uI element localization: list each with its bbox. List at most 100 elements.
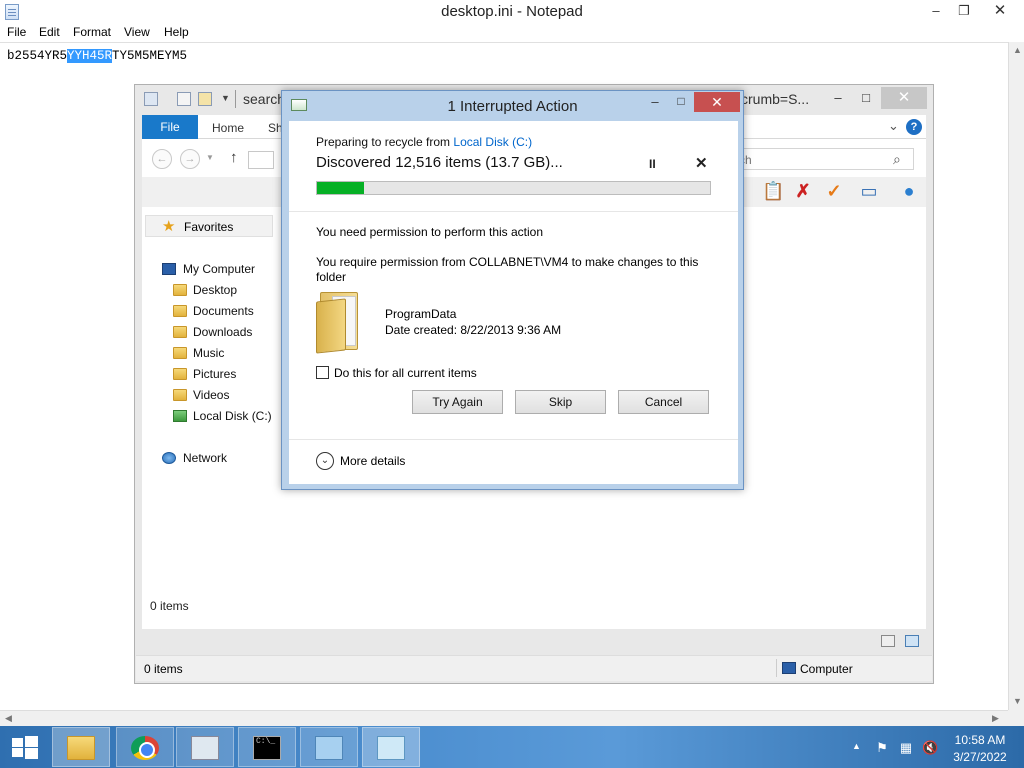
maximize-button[interactable]: ❐ <box>950 0 978 22</box>
scroll-up-arrow-icon[interactable]: ▲ <box>1013 45 1022 55</box>
favorites-header[interactable]: ★ Favorites <box>145 215 273 237</box>
cancel-button[interactable]: Cancel <box>618 390 709 414</box>
star-icon: ★ <box>162 218 176 235</box>
tree-item-desktop[interactable]: Desktop <box>193 283 237 297</box>
notepad-icon <box>377 736 405 760</box>
require-permission-text: You require permission from COLLABNET\VM… <box>316 255 699 284</box>
start-button[interactable] <box>0 726 50 768</box>
computer-icon <box>162 263 176 275</box>
explorer-minimize-button[interactable]: – <box>825 87 851 109</box>
tree-item-local-disk[interactable]: Local Disk (C:) <box>193 409 272 423</box>
help-icon[interactable]: ? <box>906 119 922 135</box>
taskbar-performance[interactable] <box>176 727 234 767</box>
source-link[interactable]: Local Disk (C:) <box>453 135 532 149</box>
delete-icon[interactable]: ✗ <box>792 180 814 202</box>
folder-icon <box>173 389 187 401</box>
menu-view[interactable]: View <box>124 25 150 39</box>
tree-item-my-computer[interactable]: My Computer <box>183 262 255 276</box>
scroll-left-arrow-icon[interactable]: ◀ <box>5 713 12 724</box>
tree-item-downloads[interactable]: Downloads <box>193 325 252 339</box>
pause-button[interactable]: II <box>649 157 656 171</box>
large-icons-view-icon[interactable] <box>905 635 919 647</box>
taskbar-app-window[interactable] <box>300 727 358 767</box>
clock-time[interactable]: 10:58 AM <box>950 733 1010 747</box>
paste-icon[interactable]: 📋 <box>762 180 784 202</box>
explorer-title-search: search <box>243 91 286 107</box>
show-hidden-icons[interactable]: ▲ <box>852 741 861 751</box>
search-icon[interactable]: ⌕ <box>893 151 901 168</box>
progress-bar-fill <box>317 182 365 194</box>
favorites-label: Favorites <box>184 220 234 234</box>
notepad-titlebar[interactable]: desktop.ini - Notepad – ❐ ✕ <box>0 0 1024 24</box>
qat-dropdown-icon[interactable]: ▼ <box>221 93 230 103</box>
expand-ribbon-icon[interactable]: ⌄ <box>888 118 899 134</box>
clock-date[interactable]: 3/27/2022 <box>950 750 1010 764</box>
tree-item-videos[interactable]: Videos <box>193 388 229 402</box>
notepad-content[interactable]: b2554YR5YYH45RTY5M5MEYM5 <box>7 49 187 63</box>
more-details-label[interactable]: More details <box>340 454 405 468</box>
menu-format[interactable]: Format <box>73 25 111 39</box>
qat-divider <box>235 90 236 108</box>
try-again-button[interactable]: Try Again <box>412 390 503 414</box>
minimize-button[interactable]: – <box>922 0 950 22</box>
tree-item-music[interactable]: Music <box>193 346 224 360</box>
folder-icon <box>67 736 95 760</box>
menu-file[interactable]: File <box>7 25 26 39</box>
network-status-icon[interactable]: ▦ <box>898 740 914 755</box>
tree-item-pictures[interactable]: Pictures <box>193 367 236 381</box>
address-bar[interactable] <box>248 151 274 169</box>
scroll-right-arrow-icon[interactable]: ▶ <box>992 713 999 724</box>
rename-icon[interactable]: ▭ <box>858 180 880 202</box>
cancel-operation-button[interactable]: ✕ <box>695 154 708 172</box>
windows-logo-icon <box>12 736 38 759</box>
status-divider <box>776 659 777 677</box>
explorer-app-icon[interactable] <box>144 92 158 106</box>
text-after-selection: TY5M5MEYM5 <box>112 49 188 63</box>
taskbar-cmd[interactable]: C:\_ <box>238 727 296 767</box>
chevron-down-icon[interactable]: ⌄ <box>316 452 334 470</box>
apply-all-label[interactable]: Do this for all current items <box>334 366 477 380</box>
globe-icon[interactable]: ● <box>898 180 920 202</box>
recent-locations-icon[interactable]: ▼ <box>206 153 214 162</box>
tree-item-documents[interactable]: Documents <box>193 304 254 318</box>
dialog-maximize-button[interactable]: □ <box>668 94 694 114</box>
dialog-close-button[interactable]: ✕ <box>694 92 740 112</box>
search-input[interactable]: ch ⌕ <box>732 148 914 170</box>
action-center-icon[interactable]: ⚑ <box>874 740 890 755</box>
taskbar-notepad[interactable] <box>362 727 420 767</box>
new-folder-icon[interactable] <box>198 92 212 106</box>
up-button[interactable]: ↑ <box>230 149 238 166</box>
horizontal-scrollbar[interactable]: ◀ ▶ <box>0 710 1008 726</box>
tree-item-network[interactable]: Network <box>183 451 227 465</box>
explorer-statusbar: 0 items Computer <box>136 655 932 681</box>
explorer-maximize-button[interactable]: □ <box>853 87 879 109</box>
properties-icon[interactable] <box>177 92 191 106</box>
folder-icon <box>316 290 366 354</box>
explorer-close-button[interactable]: ✕ <box>881 87 927 109</box>
check-icon[interactable]: ✓ <box>823 180 845 202</box>
forward-button[interactable]: → <box>180 149 200 169</box>
menu-edit[interactable]: Edit <box>39 25 60 39</box>
back-button[interactable]: ← <box>152 149 172 169</box>
folder-icon <box>173 347 187 359</box>
details-view-icon[interactable] <box>881 635 895 647</box>
apply-all-checkbox[interactable] <box>316 366 329 379</box>
taskbar: C:\_ ▲ ⚑ ▦ 🔇 10:58 AM 3/27/2022 <box>0 726 1024 768</box>
preparing-prefix: Preparing to recycle from <box>316 135 454 149</box>
performance-monitor-icon <box>191 736 219 760</box>
tab-home[interactable]: Home <box>212 121 244 135</box>
taskbar-explorer[interactable] <box>52 727 110 767</box>
close-button[interactable]: ✕ <box>978 0 1022 22</box>
skip-button[interactable]: Skip <box>515 390 606 414</box>
status-items-count: 0 items <box>144 662 183 676</box>
scroll-down-arrow-icon[interactable]: ▼ <box>1013 696 1022 706</box>
items-count: 0 items <box>150 599 189 613</box>
dialog-minimize-button[interactable]: – <box>642 94 668 114</box>
volume-muted-icon[interactable]: 🔇 <box>922 740 938 755</box>
vertical-scrollbar[interactable]: ▲ ▼ <box>1008 42 1024 710</box>
preparing-text: Preparing to recycle from Local Disk (C:… <box>316 135 532 149</box>
status-location: Computer <box>800 662 853 676</box>
taskbar-chrome[interactable] <box>116 727 174 767</box>
tab-file[interactable]: File <box>142 115 198 139</box>
menu-help[interactable]: Help <box>164 25 189 39</box>
